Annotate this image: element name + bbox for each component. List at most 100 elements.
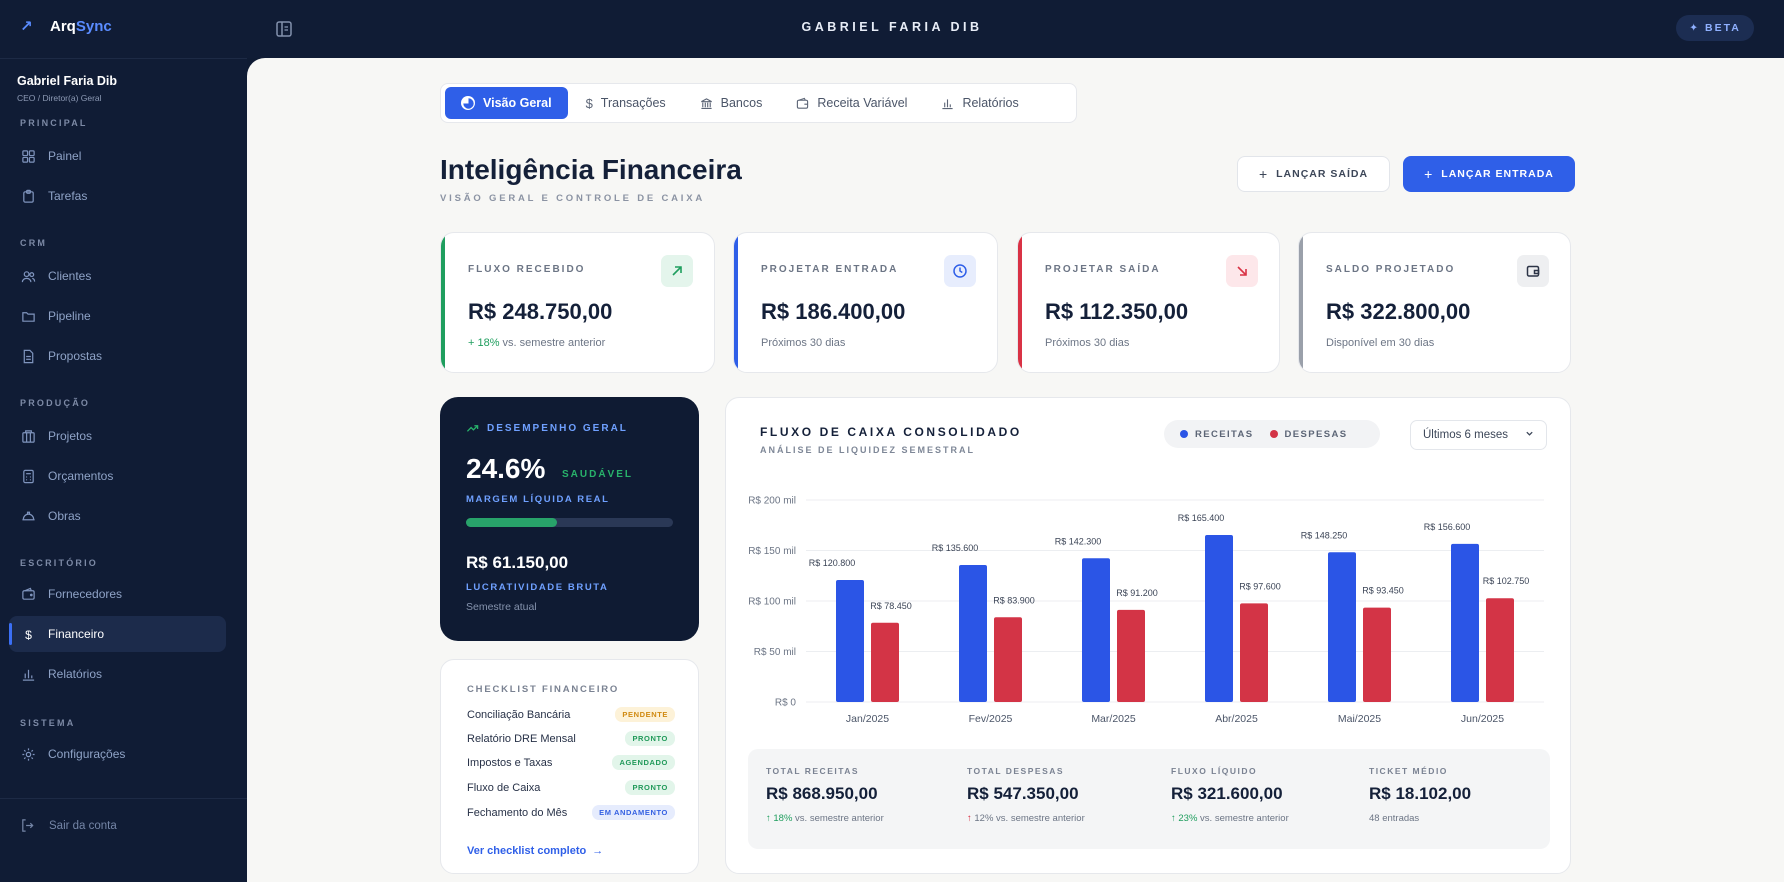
legend-receitas[interactable]: RECEITAS (1180, 429, 1254, 440)
total-trend: ↑ 18% vs. semestre anterior (766, 813, 884, 824)
margin-percent: 24.6% (466, 453, 546, 484)
x-tick-label: Jun/2025 (1461, 713, 1504, 725)
checklist-link[interactable]: Ver checklist completo → (467, 845, 603, 857)
trend-percent: 18% (773, 813, 793, 824)
sidebar-item-obras[interactable]: Obras (9, 498, 226, 534)
status-badge: PRONTO (625, 780, 675, 795)
data-label: R$ 135.600 (932, 543, 979, 553)
kpi-saldo-projetado: SALDO PROJETADO R$ 322.800,00 Disponível… (1298, 232, 1571, 373)
total-despesas: TOTAL DESPESAS R$ 547.350,00 ↑ 12% vs. s… (967, 766, 1085, 824)
sidebar: Gabriel Faria Dib CEO / Diretor(a) Geral… (0, 58, 247, 882)
performance-card: DESEMPENHO GERAL 24.6% SAUDÁVEL MARGEM L… (440, 397, 699, 641)
top-bar: ↗ ArqSync GABRIEL FARIA DIB ✦ BETA (0, 0, 1784, 58)
sidebar-item-projetos[interactable]: Projetos (9, 418, 226, 454)
tab-bancos[interactable]: Bancos (684, 87, 779, 119)
sidebar-item-tarefas[interactable]: Tarefas (9, 178, 226, 214)
cashflow-card: R$ 0 R$ 50 mil R$ 100 mil R$ 150 mil R$ 200 … (725, 397, 1571, 874)
section-producao: PRODUÇÃO (20, 398, 91, 408)
sidebar-item-clientes[interactable]: Clientes (9, 258, 226, 294)
kpi-projetar-saida: PROJETAR SAÍDA R$ 112.350,00 Próximos 30… (1017, 232, 1280, 373)
sidebar-item-fornecedores[interactable]: Fornecedores (9, 576, 226, 612)
logout-button[interactable]: Sair da conta (20, 818, 117, 833)
trend-percent: 23% (1178, 813, 1198, 824)
legend-label: DESPESAS (1284, 428, 1348, 440)
x-tick-label: Mai/2025 (1338, 713, 1381, 725)
kpi-subtext: + 18% vs. semestre anterior (468, 337, 605, 349)
legend-label: RECEITAS (1195, 428, 1254, 440)
checklist-item[interactable]: Relatório DRE Mensal PRONTO (467, 731, 675, 746)
sidebar-item-label: Painel (48, 149, 82, 163)
sidebar-item-pipeline[interactable]: Pipeline (9, 298, 226, 334)
tab-label: Receita Variável (817, 96, 908, 110)
sidebar-item-painel[interactable]: Painel (9, 138, 226, 174)
checklist-item-label: Fluxo de Caixa (467, 781, 541, 794)
sidebar-item-propostas[interactable]: Propostas (9, 338, 226, 374)
plus-icon: + (1258, 166, 1269, 182)
checklist-link-label: Ver checklist completo (467, 845, 587, 857)
checklist-item[interactable]: Fluxo de Caixa PRONTO (467, 780, 675, 795)
legend-dot (1269, 429, 1278, 438)
checklist-title: CHECKLIST FINANCEIRO (467, 684, 620, 695)
margin-progress-bar (466, 518, 673, 527)
kpi-value: R$ 248.750,00 (468, 299, 613, 324)
sidebar-item-label: Relatórios (48, 667, 103, 681)
pie-chart-icon (461, 96, 475, 110)
data-label: R$ 102.750 (1483, 576, 1530, 586)
sidebar-item-label: Propostas (48, 349, 103, 363)
arrow-down-right-icon (1226, 255, 1258, 287)
wallet-icon (22, 587, 35, 600)
lancar-saida-button[interactable]: + LANÇAR SAÍDA (1237, 156, 1390, 192)
gross-value: R$ 61.150,00 (466, 553, 569, 572)
legend-despesas[interactable]: DESPESAS (1269, 428, 1348, 440)
total-label: TOTAL RECEITAS (766, 766, 860, 776)
sidebar-item-label: Projetos (48, 429, 93, 443)
beta-label: BETA (1705, 22, 1741, 34)
period-select[interactable]: Últimos 6 meses (1410, 420, 1547, 450)
bar-receitas (1328, 552, 1356, 702)
bar-receitas (959, 565, 987, 702)
total-value: R$ 321.600,00 (1171, 784, 1283, 803)
performance-label: DESEMPENHO GERAL (466, 422, 628, 435)
data-label: R$ 83.900 (993, 595, 1035, 605)
lancar-entrada-button[interactable]: + LANÇAR ENTRADA (1403, 156, 1575, 192)
tab-receita-variavel[interactable]: Receita Variável (780, 87, 923, 119)
checklist-item[interactable]: Conciliação Bancária PENDENTE (467, 707, 675, 722)
tab-label: Transações (600, 96, 666, 110)
wallet-icon (797, 97, 809, 109)
totals-panel: TOTAL RECEITAS R$ 868.950,00 ↑ 18% vs. s… (748, 749, 1550, 849)
section-crm: CRM (20, 238, 48, 248)
tab-relatorios[interactable]: Relatórios (925, 87, 1034, 119)
button-label: LANÇAR SAÍDA (1276, 168, 1369, 180)
data-label: R$ 78.450 (870, 601, 912, 611)
checklist-item[interactable]: Fechamento do Mês EM ANDAMENTO (467, 805, 675, 820)
bar-despesas (994, 617, 1022, 702)
trend-label: vs. semestre anterior (993, 813, 1085, 824)
margin-label: MARGEM LÍQUIDA REAL (466, 494, 610, 505)
sidebar-item-orcamentos[interactable]: Orçamentos (9, 458, 226, 494)
kpi-subtext: Próximos 30 dias (1045, 337, 1130, 349)
tab-transacoes[interactable]: $ Transações (570, 87, 682, 119)
data-label: R$ 120.800 (809, 558, 856, 568)
user-role: CEO / Diretor(a) Geral (17, 93, 102, 103)
x-tick-label: Jan/2025 (846, 713, 889, 725)
beta-badge[interactable]: ✦ BETA (1676, 15, 1754, 41)
sidebar-item-configuracoes[interactable]: Configurações (9, 736, 226, 772)
sidebar-item-financeiro[interactable]: $ Financeiro (9, 616, 226, 652)
total-label: FLUXO LÍQUIDO (1171, 766, 1258, 776)
checklist-item[interactable]: Impostos e Taxas AGENDADO (467, 755, 675, 770)
checklist-item-label: Relatório DRE Mensal (467, 732, 576, 745)
sidebar-item-relatorios[interactable]: Relatórios (9, 656, 226, 692)
tab-bar: Visão Geral $ Transações Bancos Receita … (440, 83, 1077, 123)
period-select-value: Últimos 6 meses (1423, 429, 1508, 441)
arrow-up-right-icon (661, 255, 693, 287)
gross-label: LUCRATIVIDADE BRUTA (466, 582, 609, 593)
logout-label: Sair da conta (49, 819, 117, 832)
sidebar-divider-bottom (0, 798, 247, 799)
tab-visao-geral[interactable]: Visão Geral (445, 87, 568, 119)
calculator-icon (23, 469, 34, 483)
data-label: R$ 156.600 (1424, 522, 1471, 532)
bar-despesas (1486, 598, 1514, 702)
margin-progress-fill (466, 518, 558, 527)
status-badge: PENDENTE (615, 707, 675, 722)
sparkle-icon: ✦ (1689, 22, 1700, 34)
